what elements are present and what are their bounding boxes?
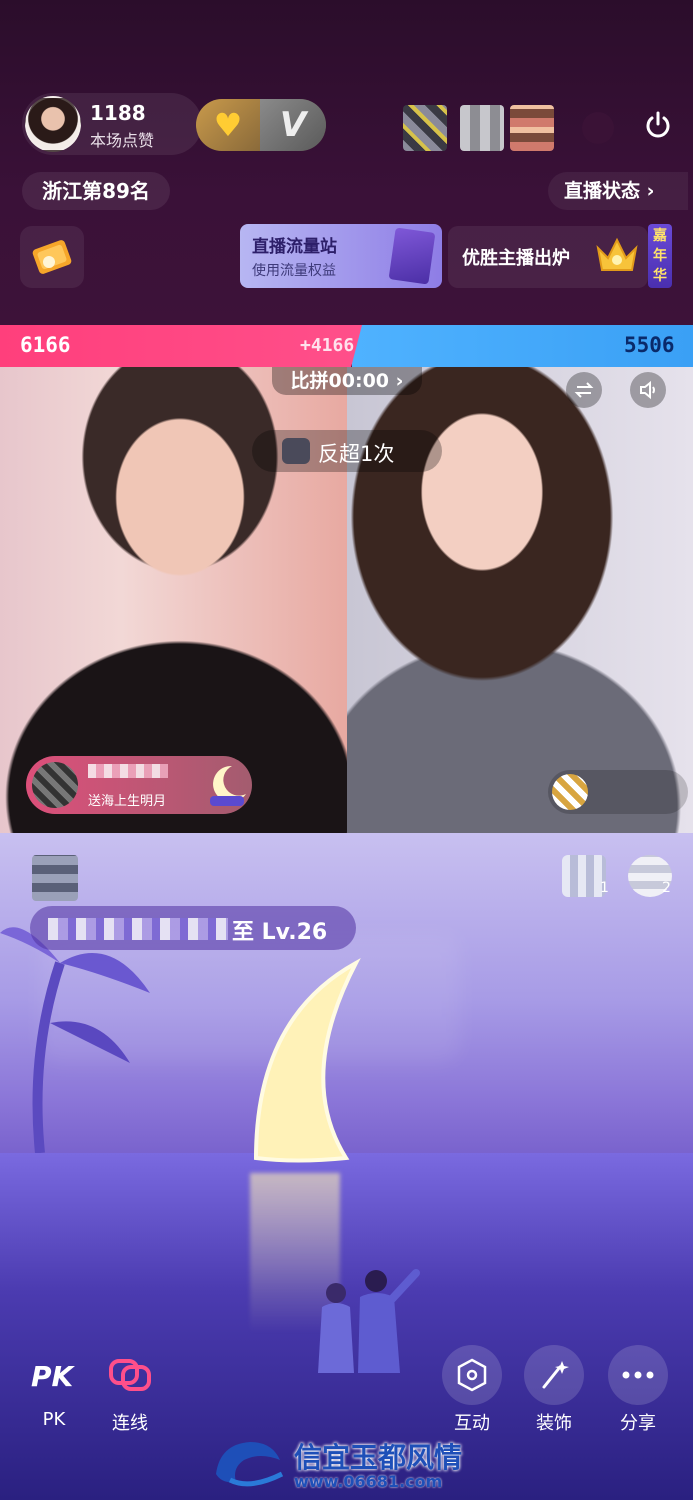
- pk-button[interactable]: PK PK: [20, 1345, 88, 1430]
- likes-count: 1188: [90, 101, 146, 125]
- more-dots-icon: [608, 1345, 668, 1405]
- gift-notification[interactable]: 送海上生明月: [26, 756, 252, 814]
- pk-icon: PK: [24, 1345, 84, 1405]
- link-icon: [100, 1345, 160, 1405]
- pk-left-score: 6166: [20, 333, 71, 357]
- link-label: 连线: [112, 1413, 148, 1434]
- interact-icon: [442, 1345, 502, 1405]
- viewer-avatar[interactable]: [460, 105, 504, 151]
- vip-icon: V: [260, 99, 326, 151]
- overtake-text: 反超1次: [318, 442, 395, 466]
- levelup-user-blurred: [48, 918, 228, 940]
- traffic-station-banner[interactable]: 直播流量站 使用流量权益: [240, 224, 442, 288]
- viewer-avatar[interactable]: [510, 105, 554, 151]
- power-icon[interactable]: [638, 105, 678, 145]
- co-host-button[interactable]: 连线: [96, 1345, 164, 1435]
- winner-text: 优胜主播出炉: [462, 248, 570, 269]
- interact-label: 互动: [454, 1413, 490, 1434]
- couple-silhouette: [318, 1269, 420, 1373]
- pk-score-left-bar: 6166 +4166: [0, 325, 362, 367]
- region-rank[interactable]: 浙江第89名: [22, 172, 170, 210]
- pk-timer[interactable]: 比拼00:00 ›: [272, 367, 422, 395]
- watermark-logo-icon: [216, 1442, 284, 1487]
- moon-gift-icon: [210, 765, 246, 806]
- car-icon: [282, 438, 310, 464]
- svg-text:PK: PK: [31, 1360, 76, 1392]
- share-label: 分享: [620, 1413, 656, 1434]
- decoration-button[interactable]: 装饰: [520, 1345, 588, 1435]
- pk-score-bar: 6166 +4166: [0, 325, 693, 367]
- traffic-card-icon: [388, 227, 436, 285]
- host-info[interactable]: 1188 本场点赞: [22, 93, 202, 155]
- contributor-rank-1: 1: [600, 880, 609, 896]
- likes-label: 本场点赞: [90, 131, 155, 150]
- watermark-title: 信宜玉都风情: [294, 1441, 463, 1474]
- site-watermark: 信宜玉都风情 www.06681.com: [210, 1434, 490, 1494]
- magic-wand-icon: [524, 1345, 584, 1405]
- traffic-title: 直播流量站: [252, 237, 337, 257]
- traffic-subtitle: 使用流量权益: [252, 263, 336, 279]
- contributor-rank-2: 2: [662, 880, 671, 896]
- speaker-icon[interactable]: [630, 372, 666, 408]
- levelup-message: 至 Lv.26: [30, 906, 356, 950]
- overtake-badge: 反超1次: [252, 430, 442, 472]
- opponent-gifter-avatar[interactable]: [552, 774, 588, 810]
- pk-label: PK: [42, 1409, 66, 1430]
- levelup-text: 至 Lv.26: [232, 920, 328, 945]
- gift-text: 送海上生明月: [88, 794, 167, 809]
- watermark-url: www.06681.com: [294, 1472, 443, 1491]
- pk-right-score: 5506: [624, 333, 675, 357]
- crescent-moon: [253, 958, 361, 1163]
- opponent-gift-info[interactable]: [548, 770, 688, 814]
- winner-banner[interactable]: 优胜主播出炉: [448, 226, 648, 288]
- interact-button[interactable]: 互动: [438, 1345, 506, 1435]
- carnival-tag[interactable]: 嘉年华: [648, 224, 672, 288]
- gifter-avatar[interactable]: [32, 762, 78, 808]
- decoration-label: 装饰: [536, 1413, 572, 1434]
- host-avatar[interactable]: [25, 96, 81, 152]
- live-status-link[interactable]: 直播状态 ›: [548, 172, 688, 210]
- ticket-icon[interactable]: [20, 226, 84, 288]
- comment-user-avatar[interactable]: [32, 855, 78, 901]
- crown-icon: [596, 237, 638, 271]
- gifter-name-blurred: [88, 764, 168, 778]
- viewer-avatar[interactable]: [403, 105, 447, 151]
- swap-icon[interactable]: [566, 372, 602, 408]
- share-button[interactable]: 分享: [604, 1345, 672, 1435]
- fan-club-badge[interactable]: ♥ V: [196, 99, 326, 151]
- heart-icon: ♥: [196, 99, 260, 151]
- viewer-avatar[interactable]: [582, 112, 614, 144]
- pk-score-diff: +4166: [300, 335, 355, 356]
